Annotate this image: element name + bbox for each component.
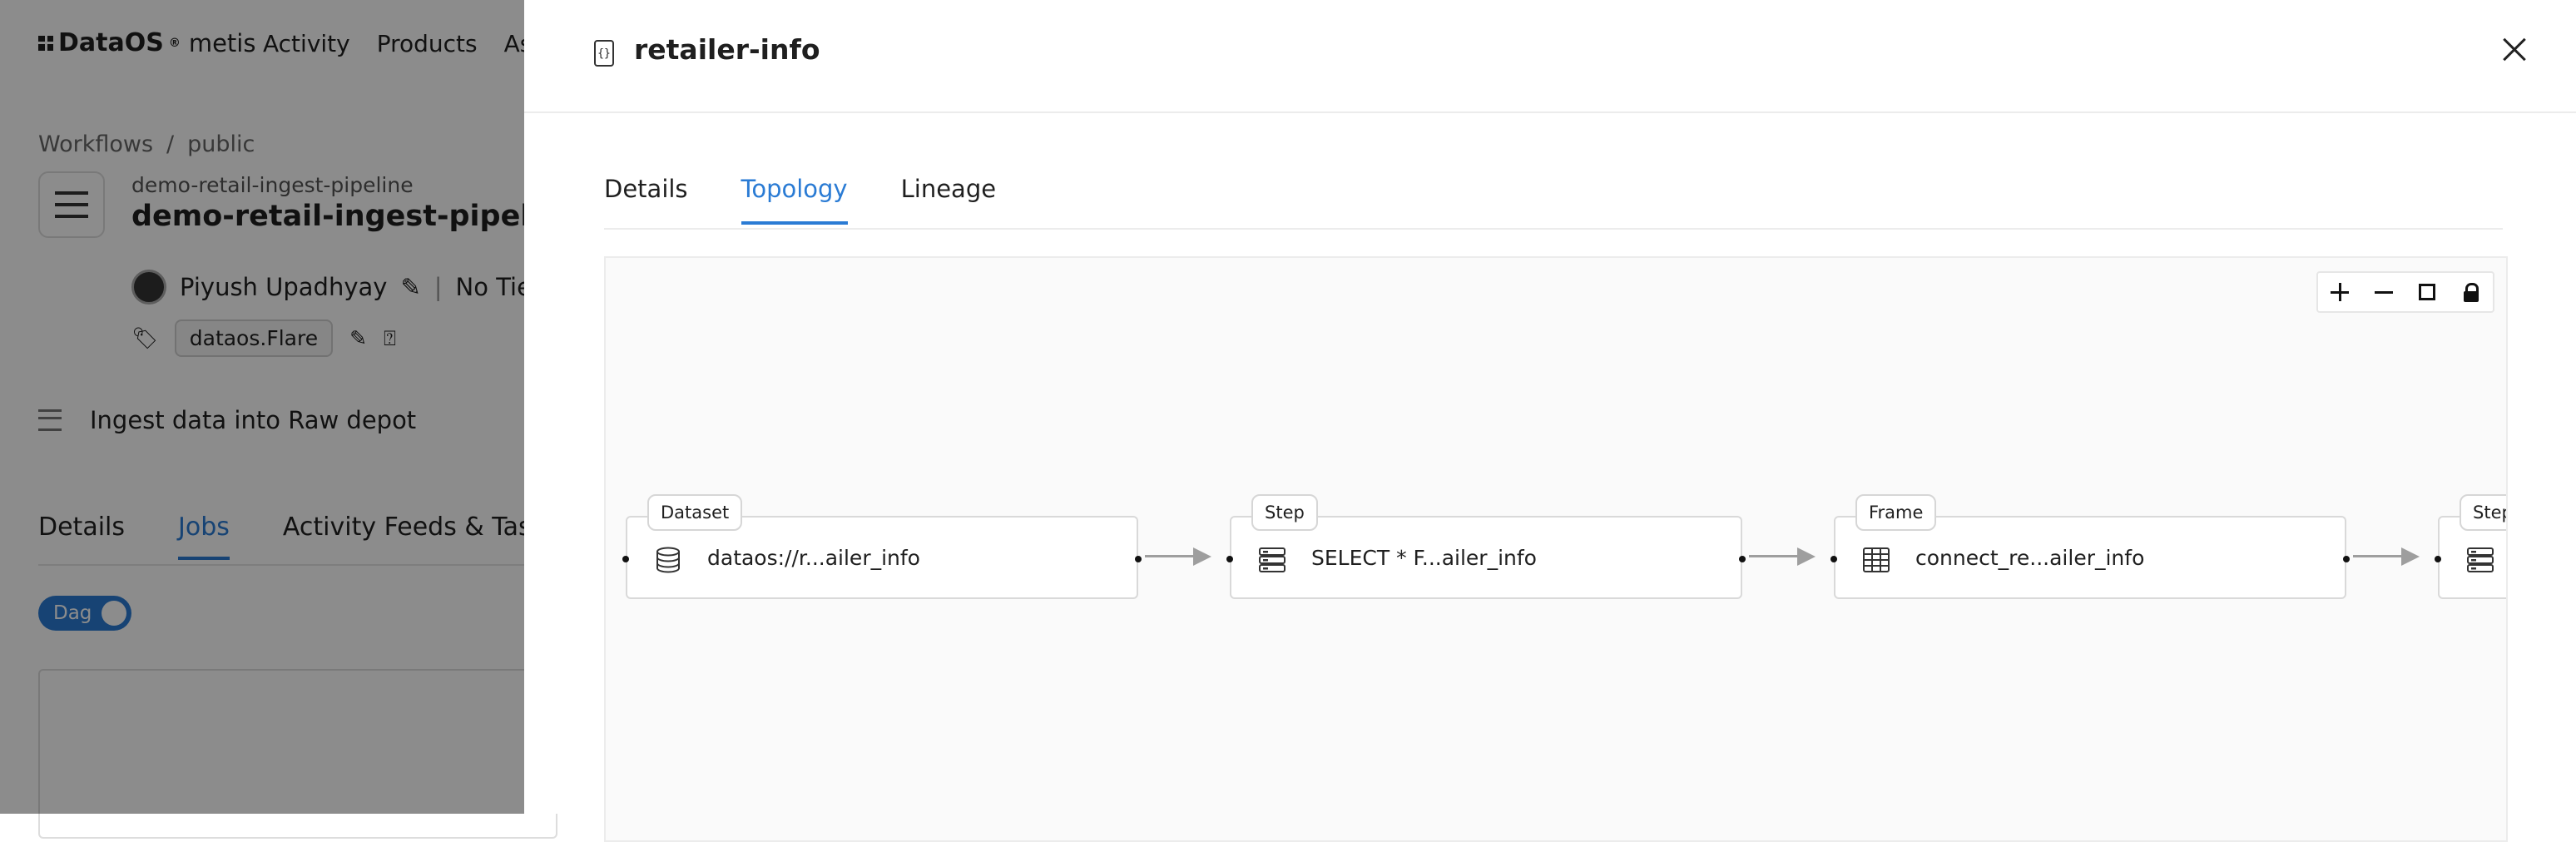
edge-line [1145,555,1196,557]
node-input-handle[interactable] [1226,556,1233,562]
node-output-handle[interactable] [1135,556,1142,562]
fit-view-icon[interactable] [2415,280,2440,305]
node-type-badge: Step [2460,494,2506,531]
node-label: SELECT * F...ailer_info [1311,546,1537,570]
tab-details[interactable]: Details [604,175,688,225]
topology-node-step[interactable]: Step SELECT * F...ailer_info [1226,494,1746,599]
tab-lineage[interactable]: Lineage [901,175,996,225]
flow-controls [2316,271,2494,313]
drawer-header: {} retailer-info [524,0,2576,113]
node-type-badge: Step [1251,494,1318,531]
node-input-handle[interactable] [2435,556,2441,562]
lock-icon[interactable] [2459,280,2484,305]
node-output-handle[interactable] [2343,556,2350,562]
edge-arrow-icon [2401,547,2420,566]
database-icon [656,547,680,573]
node-output-handle[interactable] [1739,556,1746,562]
drawer-tabs: Details Topology Lineage [604,175,996,225]
code-braces-icon: {} [594,40,614,67]
node-label: connect_re...ailer_info [1915,546,2145,570]
tab-topology[interactable]: Topology [741,175,848,225]
topology-node-frame[interactable]: Frame connect_re...ailer_info [1830,494,2350,599]
server-stack-icon [1259,547,1286,572]
node-input-handle[interactable] [1830,556,1837,562]
close-icon[interactable] [2498,33,2531,67]
node-type-badge: Frame [1855,494,1937,531]
edge-line [2353,555,2405,557]
modal-overlay[interactable] [0,0,524,814]
server-stack-icon [2467,547,2494,572]
node-input-handle[interactable] [622,556,629,562]
edge-line [1749,555,1801,557]
topology-canvas[interactable]: Dataset dataos://r...ailer_info Step SEL… [604,256,2508,842]
edge-arrow-icon [1193,547,1211,566]
zoom-in-icon[interactable] [2327,280,2352,305]
edge-arrow-icon [1797,547,1816,566]
table-icon [1863,547,1890,572]
topology-node-dataset[interactable]: Dataset dataos://r...ailer_info [622,494,1142,599]
node-label: dataos://r...ailer_info [707,546,920,570]
node-type-badge: Dataset [647,494,743,531]
drawer-title: retailer-info [634,33,820,66]
detail-drawer: {} retailer-info Details Topology Lineag… [524,0,2576,842]
topology-node-step[interactable]: Step [2435,494,2506,599]
zoom-out-icon[interactable] [2371,280,2396,305]
